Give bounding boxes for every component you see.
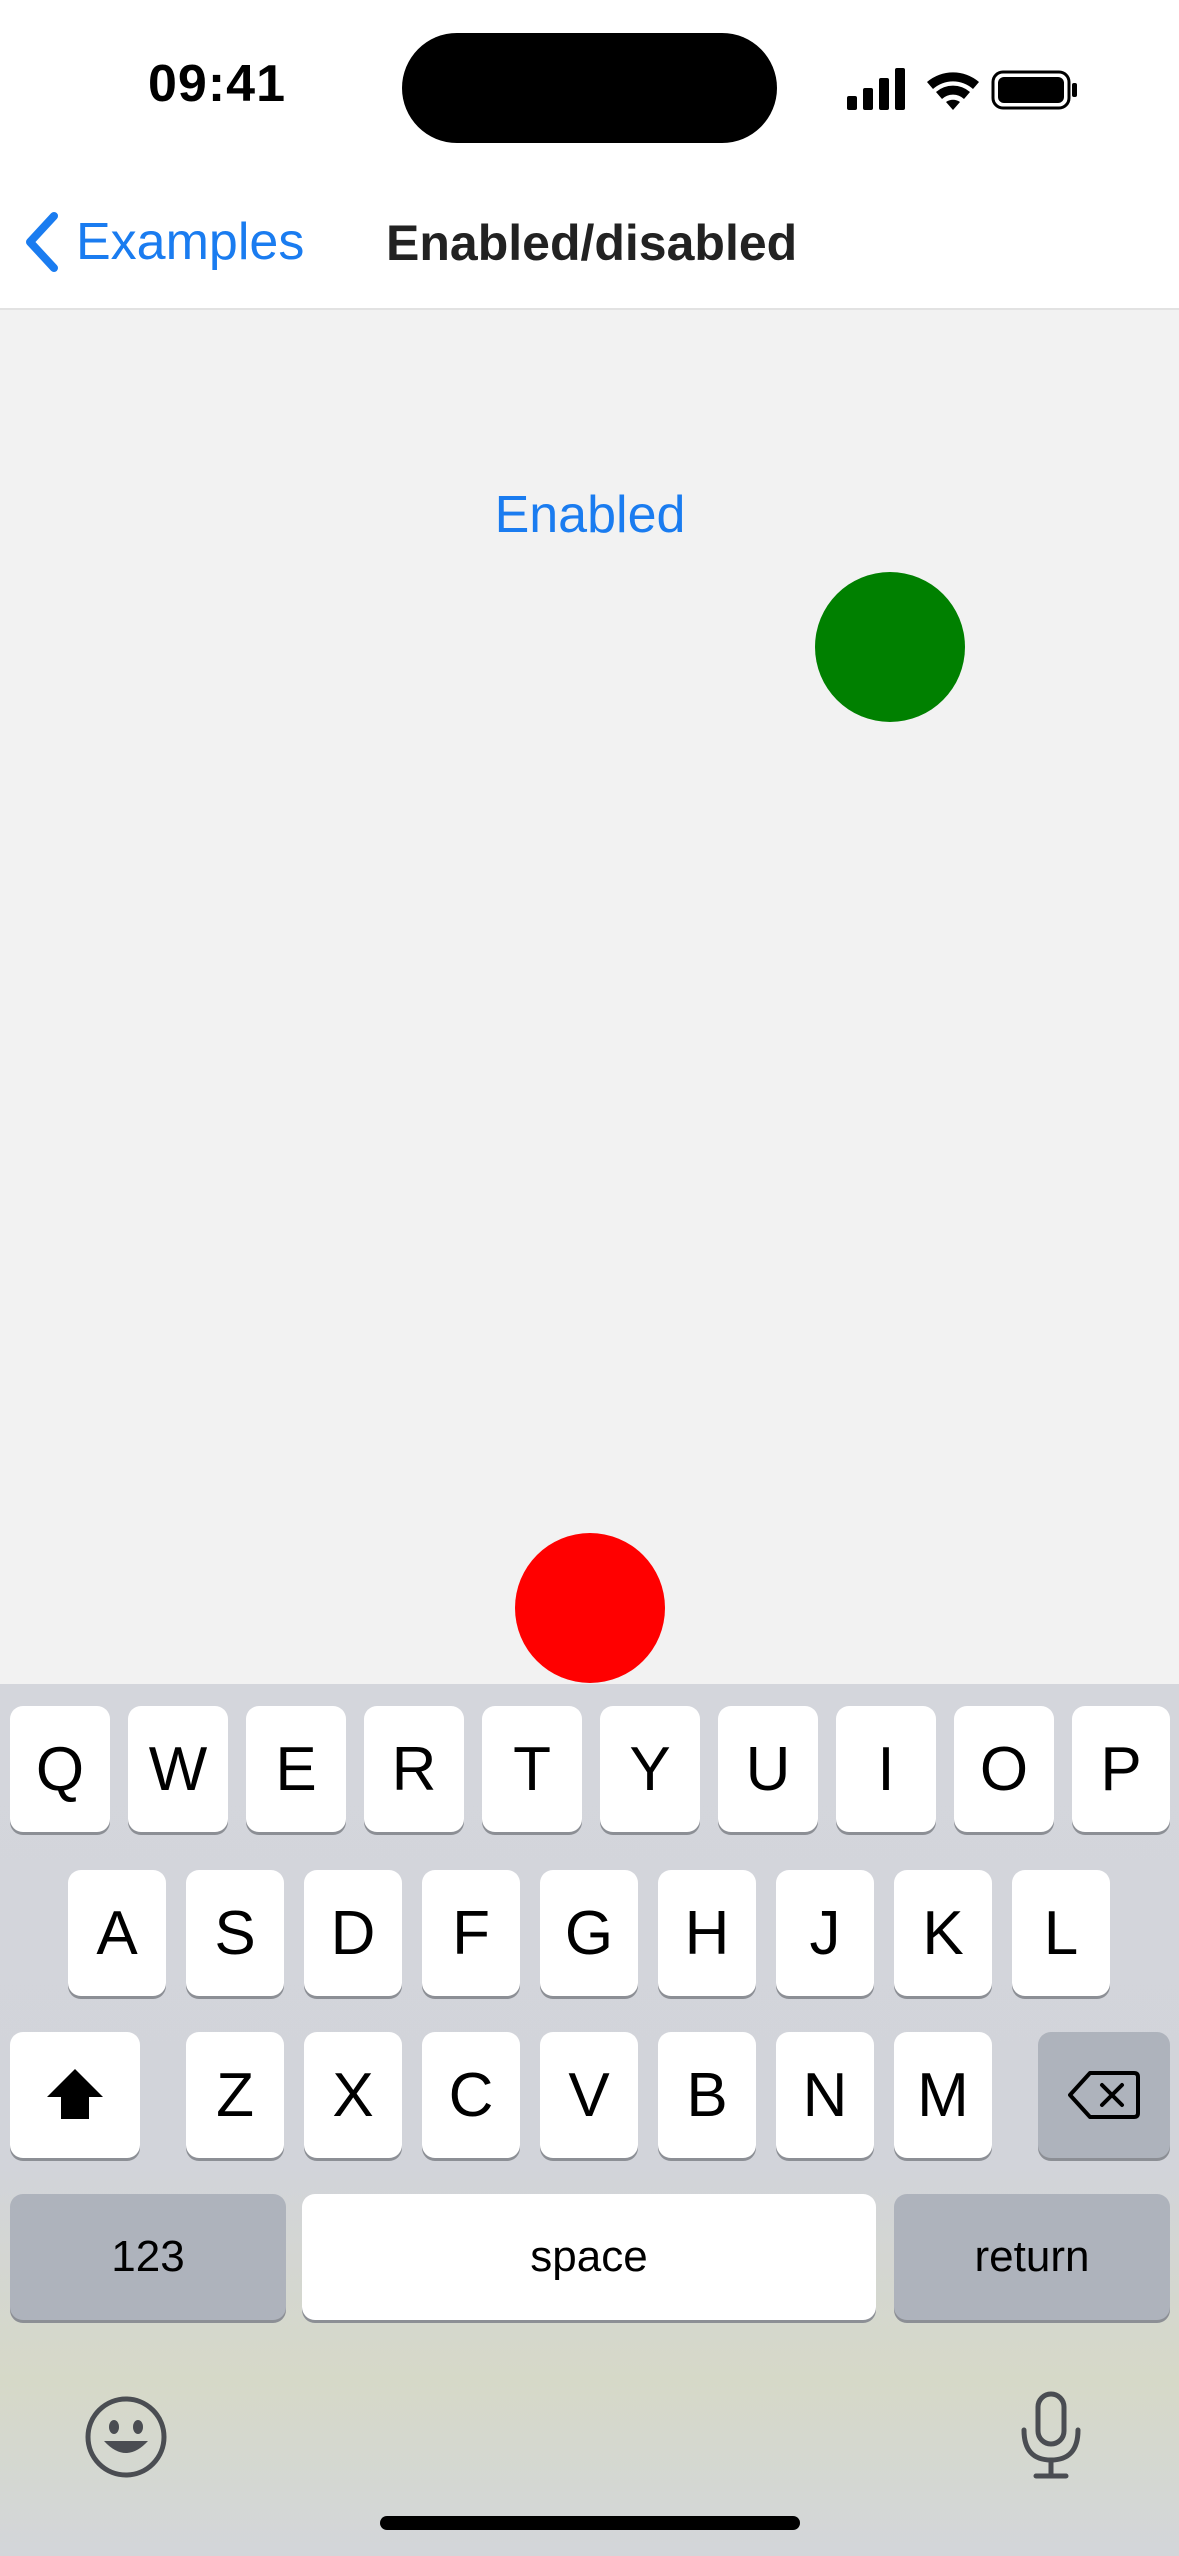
battery-icon xyxy=(991,70,1077,110)
key-s[interactable]: S xyxy=(186,1870,284,1996)
keyboard: Q W E R T Y U I O P A S D F G H J K L Z … xyxy=(0,1684,1179,2556)
key-p[interactable]: P xyxy=(1072,1706,1170,1832)
key-w[interactable]: W xyxy=(128,1706,228,1832)
key-u[interactable]: U xyxy=(718,1706,818,1832)
key-r[interactable]: R xyxy=(364,1706,464,1832)
space-key[interactable]: space xyxy=(302,2194,876,2320)
numbers-key[interactable]: 123 xyxy=(10,2194,286,2320)
key-i[interactable]: I xyxy=(836,1706,936,1832)
key-a[interactable]: A xyxy=(68,1870,166,1996)
shift-icon xyxy=(47,2069,103,2119)
microphone-icon[interactable] xyxy=(1016,2390,1086,2482)
key-j[interactable]: J xyxy=(776,1870,874,1996)
key-x[interactable]: X xyxy=(304,2032,402,2158)
key-l[interactable]: L xyxy=(1012,1870,1110,1996)
home-indicator[interactable] xyxy=(380,2516,800,2530)
key-o[interactable]: O xyxy=(954,1706,1054,1832)
dynamic-island xyxy=(402,33,777,143)
red-circle xyxy=(515,1533,665,1683)
key-k[interactable]: K xyxy=(894,1870,992,1996)
key-v[interactable]: V xyxy=(540,2032,638,2158)
green-circle xyxy=(815,572,965,722)
key-z[interactable]: Z xyxy=(186,2032,284,2158)
status-time: 09:41 xyxy=(148,55,286,113)
key-y[interactable]: Y xyxy=(600,1706,700,1832)
wifi-icon xyxy=(927,72,979,110)
key-t[interactable]: T xyxy=(482,1706,582,1832)
key-q[interactable]: Q xyxy=(10,1706,110,1832)
key-g[interactable]: G xyxy=(540,1870,638,1996)
key-m[interactable]: M xyxy=(894,2032,992,2158)
navigation-bar: Examples Enabled/disabled xyxy=(0,170,1179,310)
shift-key[interactable] xyxy=(10,2032,140,2158)
back-button[interactable]: Examples xyxy=(22,210,304,274)
key-n[interactable]: N xyxy=(776,2032,874,2158)
key-c[interactable]: C xyxy=(422,2032,520,2158)
key-h[interactable]: H xyxy=(658,1870,756,1996)
page-title: Enabled/disabled xyxy=(386,215,798,271)
backspace-key[interactable] xyxy=(1038,2032,1170,2158)
key-d[interactable]: D xyxy=(304,1870,402,1996)
key-e[interactable]: E xyxy=(246,1706,346,1832)
back-button-label: Examples xyxy=(76,213,305,271)
chevron-left-icon xyxy=(26,212,58,272)
key-b[interactable]: B xyxy=(658,2032,756,2158)
backspace-icon xyxy=(1068,2071,1140,2119)
status-bar: 09:41 xyxy=(0,0,1179,170)
key-f[interactable]: F xyxy=(422,1870,520,1996)
content-area: Enabled xyxy=(0,310,1179,1684)
cellular-signal-icon xyxy=(847,68,905,110)
enabled-button[interactable]: Enabled xyxy=(440,485,740,545)
emoji-icon[interactable] xyxy=(84,2395,168,2479)
status-icons xyxy=(847,68,1077,110)
return-key[interactable]: return xyxy=(894,2194,1170,2320)
